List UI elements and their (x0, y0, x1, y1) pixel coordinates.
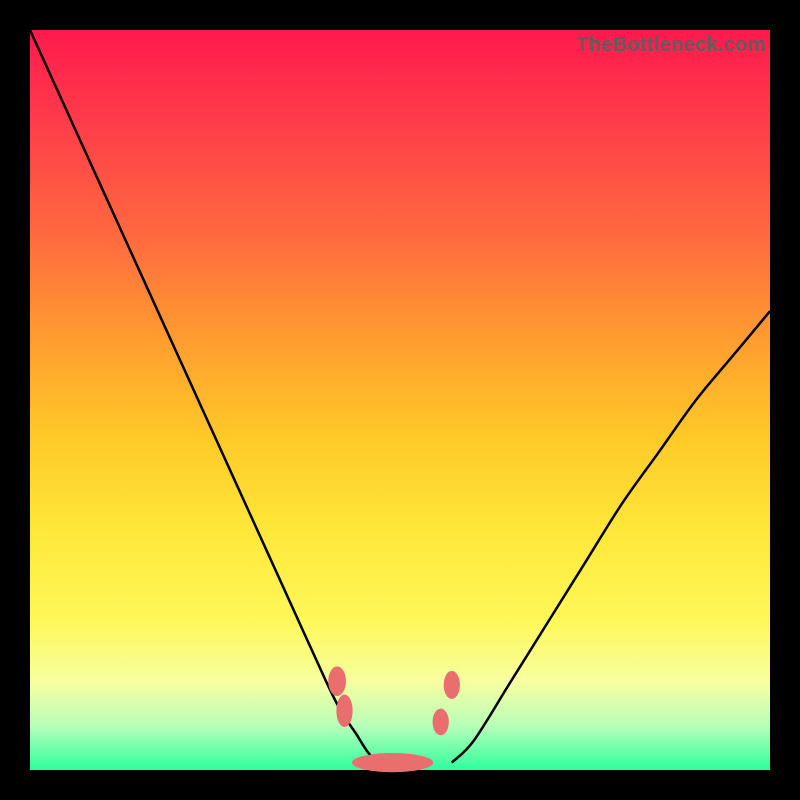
right-upper-blob (444, 671, 460, 699)
left-lower-blob (336, 695, 352, 728)
left-upper-blob (328, 666, 346, 696)
plot-area: TheBottleneck.com (30, 30, 770, 770)
right-lower-blob (433, 709, 449, 736)
curve-right-branch (452, 311, 770, 762)
marker-group (328, 666, 460, 772)
chart-frame: TheBottleneck.com (0, 0, 800, 800)
curve-left-branch (30, 30, 385, 763)
curves-svg (30, 30, 770, 770)
bottom-blob (352, 753, 433, 772)
